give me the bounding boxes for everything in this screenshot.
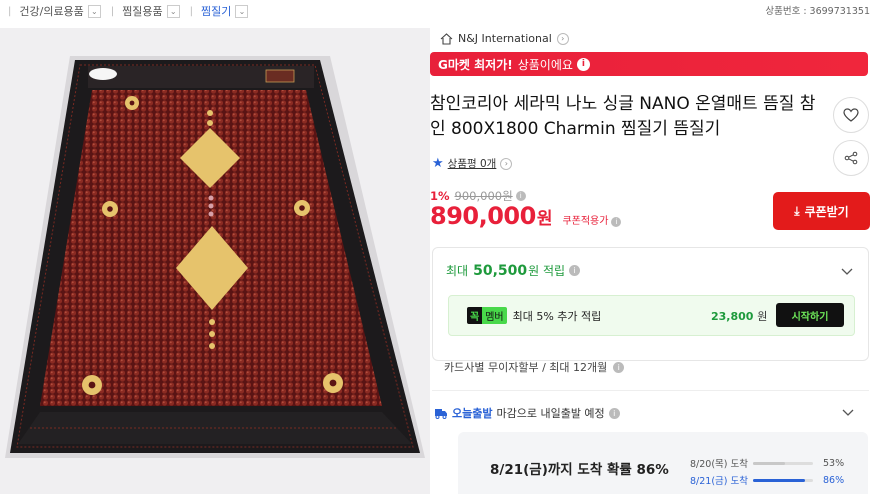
info-icon[interactable]: i [613,361,625,373]
chevron-right-icon: › [500,157,513,170]
info-icon[interactable]: i [569,265,581,276]
product-image[interactable] [0,28,430,494]
coupon-download-button[interactable]: ⤓ 쿠폰받기 [773,192,870,230]
breadcrumb-item-heat-goods[interactable]: 찜질용품 ⌄ [122,3,189,19]
banner-text: 상품이에요 [517,57,573,72]
share-icon [844,151,858,165]
member-tag-m: 멤버 [482,307,507,324]
arrival-estimate-box: 8/21(금)까지 도착 확률 86% 8/20(목) 도착 53% 8/21(… [458,432,868,494]
member-badge: 꼭 멤버 [467,307,507,324]
breadcrumb-label: 찜질기 [201,5,232,18]
price-row: 890,000 원 쿠폰적용가 i [430,202,622,230]
chevron-down-icon[interactable]: ⌄ [166,4,180,18]
arrival-date: 8/20(목) 도착 [690,459,748,470]
chevron-down-icon[interactable] [842,406,854,418]
product-number: 상품번호 : 3699731351 [765,6,870,17]
shipping-row: 오늘출발 마감으로 내일출발 예정 i [434,405,620,421]
product-title: 참인코리아 세라믹 나노 싱글 NANO 온열매트 뜸질 참인 800X1800… [430,94,816,139]
arrival-estimate-row: 8/21(금) 도착 86% [690,473,844,488]
crumb-separator: | [189,5,194,17]
seller-name: N&J International [458,32,552,45]
probability-bar [753,478,813,482]
product-info-panel: N&J International › G마켓 최저가! 상품이에요 i 참인코… [430,28,876,494]
reward-amount: 50,500 [473,262,528,279]
info-icon[interactable]: i [608,407,620,419]
star-icon: ★ [432,156,444,171]
member-reward-box: 꼭 멤버 최대 5% 추가 적립 23,800 원 시작하기 [448,295,855,336]
share-button[interactable] [833,140,869,176]
reward-suffix: 원 적립 [528,264,566,278]
arrival-estimate-row: 8/20(목) 도착 53% [690,456,844,471]
reward-section: 최대 50,500 원 적립 i 꼭 멤버 최대 5% 추가 적립 23,800… [432,247,869,361]
wishlist-button[interactable] [833,97,869,133]
coupon-price-note: 쿠폰적용가 [562,216,609,227]
truck-icon [435,409,447,419]
installment-text: 카드사별 무이자할부 / 최대 12개월 [444,361,608,374]
chevron-down-icon[interactable]: ⌄ [87,4,101,18]
crumb-separator: | [8,5,12,17]
member-amount-value: 23,800 [711,309,754,323]
breadcrumb-item-heater[interactable]: 찜질기 ⌄ [201,3,258,19]
member-tag-k: 꼭 [467,307,483,324]
banner-bold: G마켓 최저가! [438,57,513,72]
mat-illustration [5,56,425,458]
breadcrumb: | 건강/의료용품 ⌄ | 찜질용품 ⌄ | 찜질기 ⌄ [0,0,876,22]
arrival-estimate-main: 8/21(금)까지 도착 확률 86% [490,462,669,478]
download-icon: ⤓ [794,203,800,218]
reward-prefix: 최대 [446,264,469,278]
breadcrumb-label: 건강/의료용품 [19,5,84,18]
shipping-text: 마감으로 내일출발 예정 [496,407,605,420]
chevron-down-icon[interactable]: ⌄ [235,4,249,18]
breadcrumb-item-health[interactable]: 건강/의료용품 ⌄ [19,3,110,19]
member-reward-amount: 23,800 원 [711,308,767,324]
probability-percent: 53% [823,457,845,469]
info-icon[interactable]: i [515,191,526,201]
gmarket-lowest-banner[interactable]: G마켓 최저가! 상품이에요 i [430,52,868,76]
chevron-down-icon[interactable] [841,265,853,277]
info-icon[interactable]: i [611,217,622,227]
installment-row: 카드사별 무이자할부 / 최대 12개월 i [444,359,625,375]
breadcrumb-label: 찜질용품 [122,5,163,18]
arrival-date: 8/21(금) 도착 [690,476,748,487]
crumb-separator: | [110,5,115,17]
reward-summary[interactable]: 최대 50,500 원 적립 i [446,262,581,279]
seller-link[interactable]: N&J International › [440,32,569,45]
review-link[interactable]: ★ 상품평 0개 › [432,156,513,171]
home-icon [440,32,453,45]
chevron-right-icon: › [556,32,569,45]
probability-bar-fill [753,461,785,465]
coupon-button-label: 쿠폰받기 [804,204,849,219]
current-price: 890,000 [430,202,536,230]
member-amount-currency: 원 [757,309,768,323]
info-icon[interactable]: i [576,57,590,71]
member-reward-text: 최대 5% 추가 적립 [512,309,602,323]
today-dispatch-badge: 오늘출발 [452,407,493,420]
member-start-button[interactable]: 시작하기 [776,303,844,327]
discount-rate: 1% [430,189,450,203]
divider [432,390,869,391]
currency: 원 [536,209,553,229]
probability-bar [753,461,813,465]
probability-percent: 86% [823,474,845,486]
review-count: 상품평 0개 [447,158,497,170]
heart-icon [843,108,859,122]
probability-bar-fill [753,478,805,482]
